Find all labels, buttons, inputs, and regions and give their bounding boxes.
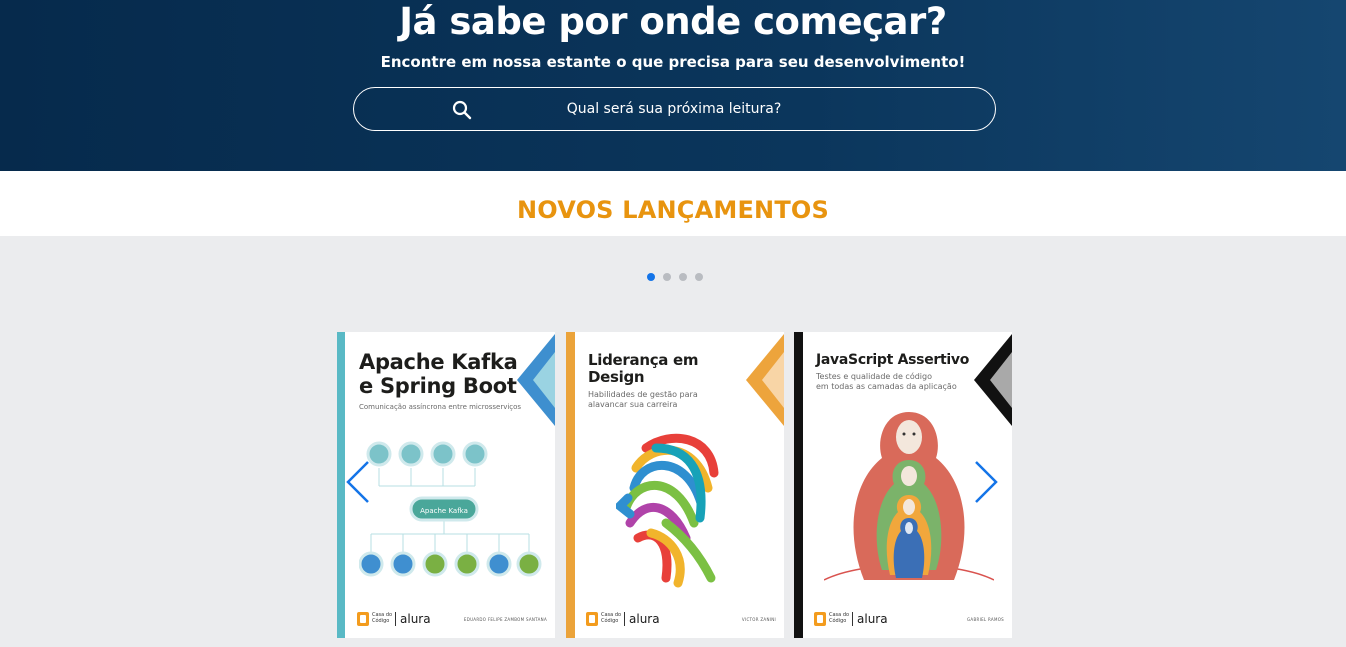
logo-divider	[395, 612, 396, 626]
alura-logo: alura	[629, 612, 660, 626]
alura-logo: alura	[857, 612, 888, 626]
book-subtitle-line: alavancar sua carreira	[588, 400, 678, 409]
publisher-name: Casa do Código	[601, 612, 622, 624]
book-subtitle: Comunicação assíncrona entre microsservi…	[359, 403, 522, 411]
book-title: Liderança em Design	[588, 351, 699, 386]
carousel-dot-3[interactable]	[679, 273, 687, 281]
logo-divider	[852, 612, 853, 626]
new-releases-header: NOVOS LANÇAMENTOS	[0, 171, 1346, 236]
book-subtitle-line: Habilidades de gestão para	[588, 390, 698, 399]
section-title: NOVOS LANÇAMENTOS	[516, 196, 829, 224]
casa-do-codigo-logo-icon	[586, 612, 598, 626]
carousel-next-button[interactable]	[972, 460, 1000, 504]
search-bar[interactable]	[353, 87, 996, 131]
hero-banner: Já sabe por onde começar? Encontre em no…	[0, 0, 1346, 171]
book-title: Apache Kafka e Spring Boot	[359, 350, 518, 398]
book-corner-decoration	[746, 334, 784, 426]
colorful-head-illustration	[616, 433, 719, 588]
hero-subtitle: Encontre em nossa estante o que precisa …	[380, 53, 966, 71]
hero-title: Já sabe por onde começar?	[399, 0, 947, 43]
book-spine	[794, 332, 803, 638]
publisher-name: Casa do Código	[372, 612, 393, 624]
book-subtitle-line: Testes e qualidade de código	[816, 372, 932, 381]
book-card-lideranca-em-design[interactable]: Liderança em Design Habilidades de gestã…	[566, 332, 784, 638]
casa-do-codigo-logo-icon	[357, 612, 369, 626]
kafka-diagram-illustration: Apache Kafka	[359, 441, 542, 577]
chevron-left-icon	[346, 461, 369, 503]
book-footer: Casa do Código alura VICTOR ZANINI	[586, 611, 776, 627]
book-subtitle-line: em todas as camadas da aplicação	[816, 382, 957, 391]
publisher-name: Casa do Código	[829, 612, 850, 624]
book-author: EDUARDO FELIPE ZAMBOM SANTANA	[463, 617, 547, 622]
casa-do-codigo-logo-icon	[814, 612, 826, 626]
carousel-dot-2[interactable]	[663, 273, 671, 281]
alura-logo: alura	[400, 612, 431, 626]
book-footer: Casa do Código alura GABRIEL RAMOS	[814, 611, 1004, 627]
book-author: GABRIEL RAMOS	[967, 617, 1004, 622]
book-title-line: Apache Kafka	[359, 350, 518, 374]
search-icon[interactable]	[451, 99, 473, 121]
book-spine	[566, 332, 575, 638]
carousel-prev-button[interactable]	[344, 460, 372, 504]
book-title-line: Design	[588, 368, 645, 386]
book-title-line: e Spring Boot	[359, 374, 517, 398]
search-input[interactable]	[504, 88, 844, 130]
logo-divider	[624, 612, 625, 626]
carousel-dot-4[interactable]	[695, 273, 703, 281]
book-subtitle: Testes e qualidade de código em todas as…	[816, 372, 957, 392]
book-corner-decoration	[517, 334, 555, 426]
chevron-right-icon	[975, 461, 998, 503]
kafka-center-label: Apache Kafka	[420, 507, 468, 515]
book-footer: Casa do Código alura EDUARDO FELIPE ZAMB…	[357, 611, 547, 627]
book-author: VICTOR ZANINI	[741, 617, 776, 622]
book-subtitle: Habilidades de gestão para alavancar sua…	[588, 390, 698, 410]
book-title-line: Liderança em	[588, 351, 699, 369]
nesting-dolls-illustration	[824, 412, 994, 581]
book-title: JavaScript Assertivo	[816, 352, 970, 368]
carousel-dot-1[interactable]	[647, 273, 655, 281]
